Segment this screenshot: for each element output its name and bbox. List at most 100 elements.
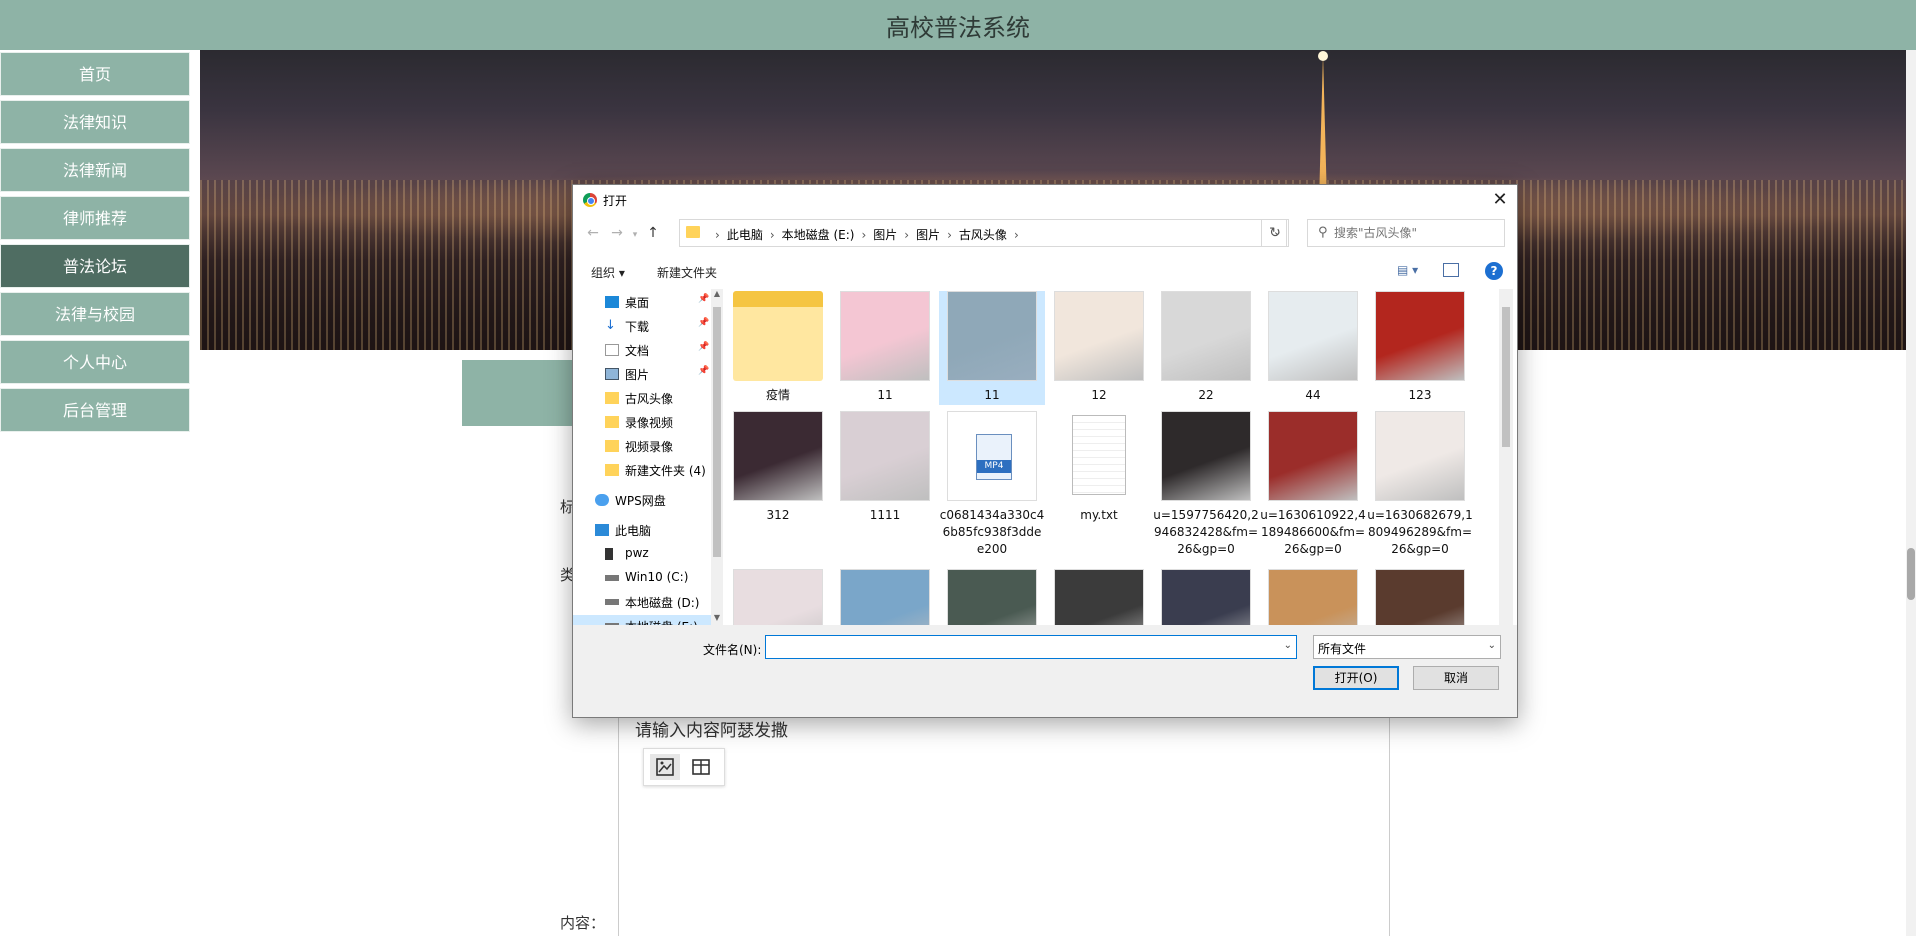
search-input[interactable] [1334, 224, 1500, 242]
breadcrumb-item[interactable]: 此电脑 [727, 228, 763, 242]
up-arrow-icon[interactable]: ↑ [641, 225, 665, 241]
file-open-dialog: 打开 ✕ ← → ▾ ↑ › 此电脑 › 本地磁盘 (E:) › 图片 › 图片 › 古风头像 › ⌄ ↻… [572, 184, 1518, 718]
tree-item[interactable]: 视频录像 [573, 435, 713, 457]
nav-home[interactable]: 首页 [0, 52, 190, 96]
tree-item-label: 图片 [625, 368, 650, 382]
file-grid-scrollbar[interactable] [1499, 289, 1513, 625]
tree-item[interactable]: WPS网盘 [573, 489, 713, 511]
filename-field[interactable]: ⌄ [765, 635, 1297, 659]
nav-law-campus[interactable]: 法律与校园 [0, 292, 190, 336]
page-scrollbar-thumb[interactable] [1907, 548, 1915, 600]
nav-personal-center[interactable]: 个人中心 [0, 340, 190, 384]
tree-item-label: pwz [625, 546, 649, 560]
tree-item-label: 本地磁盘 (D:) [625, 596, 700, 610]
chrome-icon [583, 193, 597, 207]
tree-item[interactable]: 桌面 📌 [573, 291, 713, 313]
tree-scrollbar[interactable]: ▲ ▼ [711, 289, 723, 625]
nav-legal-news[interactable]: 法律新闻 [0, 148, 190, 192]
tree-item[interactable]: 本地磁盘 (D:) [573, 591, 713, 613]
filetype-select[interactable]: 所有文件 ⌄ [1313, 635, 1501, 659]
file-name: 疫情 [765, 388, 790, 402]
computer-icon [595, 524, 609, 536]
tree-item[interactable]: 文档 📌 [573, 339, 713, 361]
tree-item-label: 本地磁盘 (E:) [625, 618, 698, 625]
dialog-titlebar: 打开 ✕ [573, 185, 1517, 215]
tree-item[interactable]: ↓ 下载 📌 [573, 315, 713, 337]
tree-item-label: Win10 (C:) [625, 570, 689, 584]
organize-menu[interactable]: 组织 ▾ [591, 264, 625, 281]
tree-item-label: 视频录像 [625, 440, 674, 454]
section-header-block [462, 360, 582, 426]
search-icon: ⚲ [1318, 225, 1328, 240]
file-name: u=1630682679,1809496289&fm=26&gp=0 [1367, 508, 1473, 556]
tree-item-label: 桌面 [625, 296, 650, 310]
nav-admin[interactable]: 后台管理 [0, 388, 190, 432]
image-thumbnail [1375, 291, 1465, 381]
image-thumbnail [1054, 569, 1144, 625]
tree-item-label: 此电脑 [615, 524, 652, 538]
tree-item[interactable]: pwz [573, 543, 713, 565]
file-name: 22 [1198, 388, 1214, 402]
image-thumbnail [1161, 569, 1251, 625]
tree-item[interactable]: 本地磁盘 (E:) [573, 615, 713, 625]
download-icon: ↓ [605, 318, 616, 333]
insert-image-button[interactable] [650, 754, 680, 780]
dialog-toolbar: 组织 ▾ 新建文件夹 ▤ ▾ ? [573, 257, 1517, 287]
file-name: c0681434a330c46b85fc938f3ddee200 [939, 508, 1045, 556]
chevron-down-icon[interactable]: ⌄ [1284, 640, 1292, 651]
breadcrumb-item[interactable]: 图片 [873, 228, 897, 242]
image-thumbnail [840, 411, 930, 501]
pin-icon: 📌 [698, 366, 710, 376]
phone-icon [605, 548, 613, 560]
tree-item[interactable]: 此电脑 [573, 519, 713, 541]
folder-icon [605, 440, 619, 452]
file-name: u=1630610922,4189486600&fm=26&gp=0 [1260, 508, 1366, 556]
help-icon[interactable]: ? [1485, 262, 1503, 280]
view-options-icon[interactable]: ▤ ▾ [1397, 263, 1418, 277]
cancel-button[interactable]: 取消 [1413, 666, 1499, 690]
dialog-title: 打开 [603, 194, 628, 208]
file-grid-scrollbar-thumb[interactable] [1502, 307, 1510, 447]
breadcrumb-item[interactable]: 图片 [916, 228, 940, 242]
folder-icon [605, 464, 619, 476]
tree-item[interactable]: 新建文件夹 (4) [573, 459, 713, 481]
tree-item-label: 下载 [625, 320, 650, 334]
recent-dropdown-icon[interactable]: ▾ [629, 230, 641, 240]
tree-item[interactable]: Win10 (C:) [573, 567, 713, 589]
nav-lawyer-recommend[interactable]: 律师推荐 [0, 196, 190, 240]
tree-item[interactable]: 录像视频 [573, 411, 713, 433]
address-bar[interactable]: › 此电脑 › 本地磁盘 (E:) › 图片 › 图片 › 古风头像 › ⌄ [679, 219, 1287, 247]
editor-toolbar [643, 748, 725, 786]
open-button[interactable]: 打开(O) [1313, 666, 1399, 690]
pin-icon: 📌 [698, 342, 710, 352]
drive-icon [605, 575, 619, 581]
image-thumbnail [1268, 291, 1358, 381]
new-folder-button[interactable]: 新建文件夹 [657, 264, 717, 281]
refresh-button[interactable]: ↻ [1261, 219, 1289, 247]
tree-scrollbar-thumb[interactable] [713, 307, 721, 557]
insert-table-button[interactable] [686, 754, 716, 780]
scroll-up-icon[interactable]: ▲ [711, 289, 723, 301]
navigation-tree: 桌面 📌 ↓ 下载 📌 文档 📌 图片 📌 古风头像 录像视频 视频录像 新建文件夹 (4) WPS网盘此… [573, 289, 721, 625]
back-arrow-icon[interactable]: ← [581, 225, 605, 241]
forward-arrow-icon[interactable]: → [605, 225, 629, 241]
search-box[interactable]: ⚲ [1307, 219, 1505, 247]
breadcrumb-item[interactable]: 古风头像 [959, 228, 1007, 242]
tree-item[interactable]: 古风头像 [573, 387, 713, 409]
scroll-down-icon[interactable]: ▼ [711, 613, 723, 625]
page-scrollbar[interactable] [1906, 50, 1916, 936]
breadcrumb-item[interactable]: 本地磁盘 (E:) [782, 228, 855, 242]
pin-icon: 📌 [698, 318, 710, 328]
tree-item-label: 新建文件夹 (4) [625, 464, 706, 478]
filename-input[interactable] [770, 639, 1270, 655]
nav-forum[interactable]: 普法论坛 [0, 244, 190, 288]
image-thumbnail [1268, 411, 1358, 501]
nav-legal-knowledge[interactable]: 法律知识 [0, 100, 190, 144]
image-thumbnail [947, 291, 1037, 381]
preview-pane-icon[interactable] [1443, 263, 1459, 277]
tree-item[interactable]: 图片 📌 [573, 363, 713, 385]
file-name: 11 [877, 388, 893, 402]
close-button[interactable]: ✕ [1487, 187, 1513, 213]
image-thumbnail [1161, 291, 1251, 381]
file-name: my.txt [1080, 508, 1118, 522]
